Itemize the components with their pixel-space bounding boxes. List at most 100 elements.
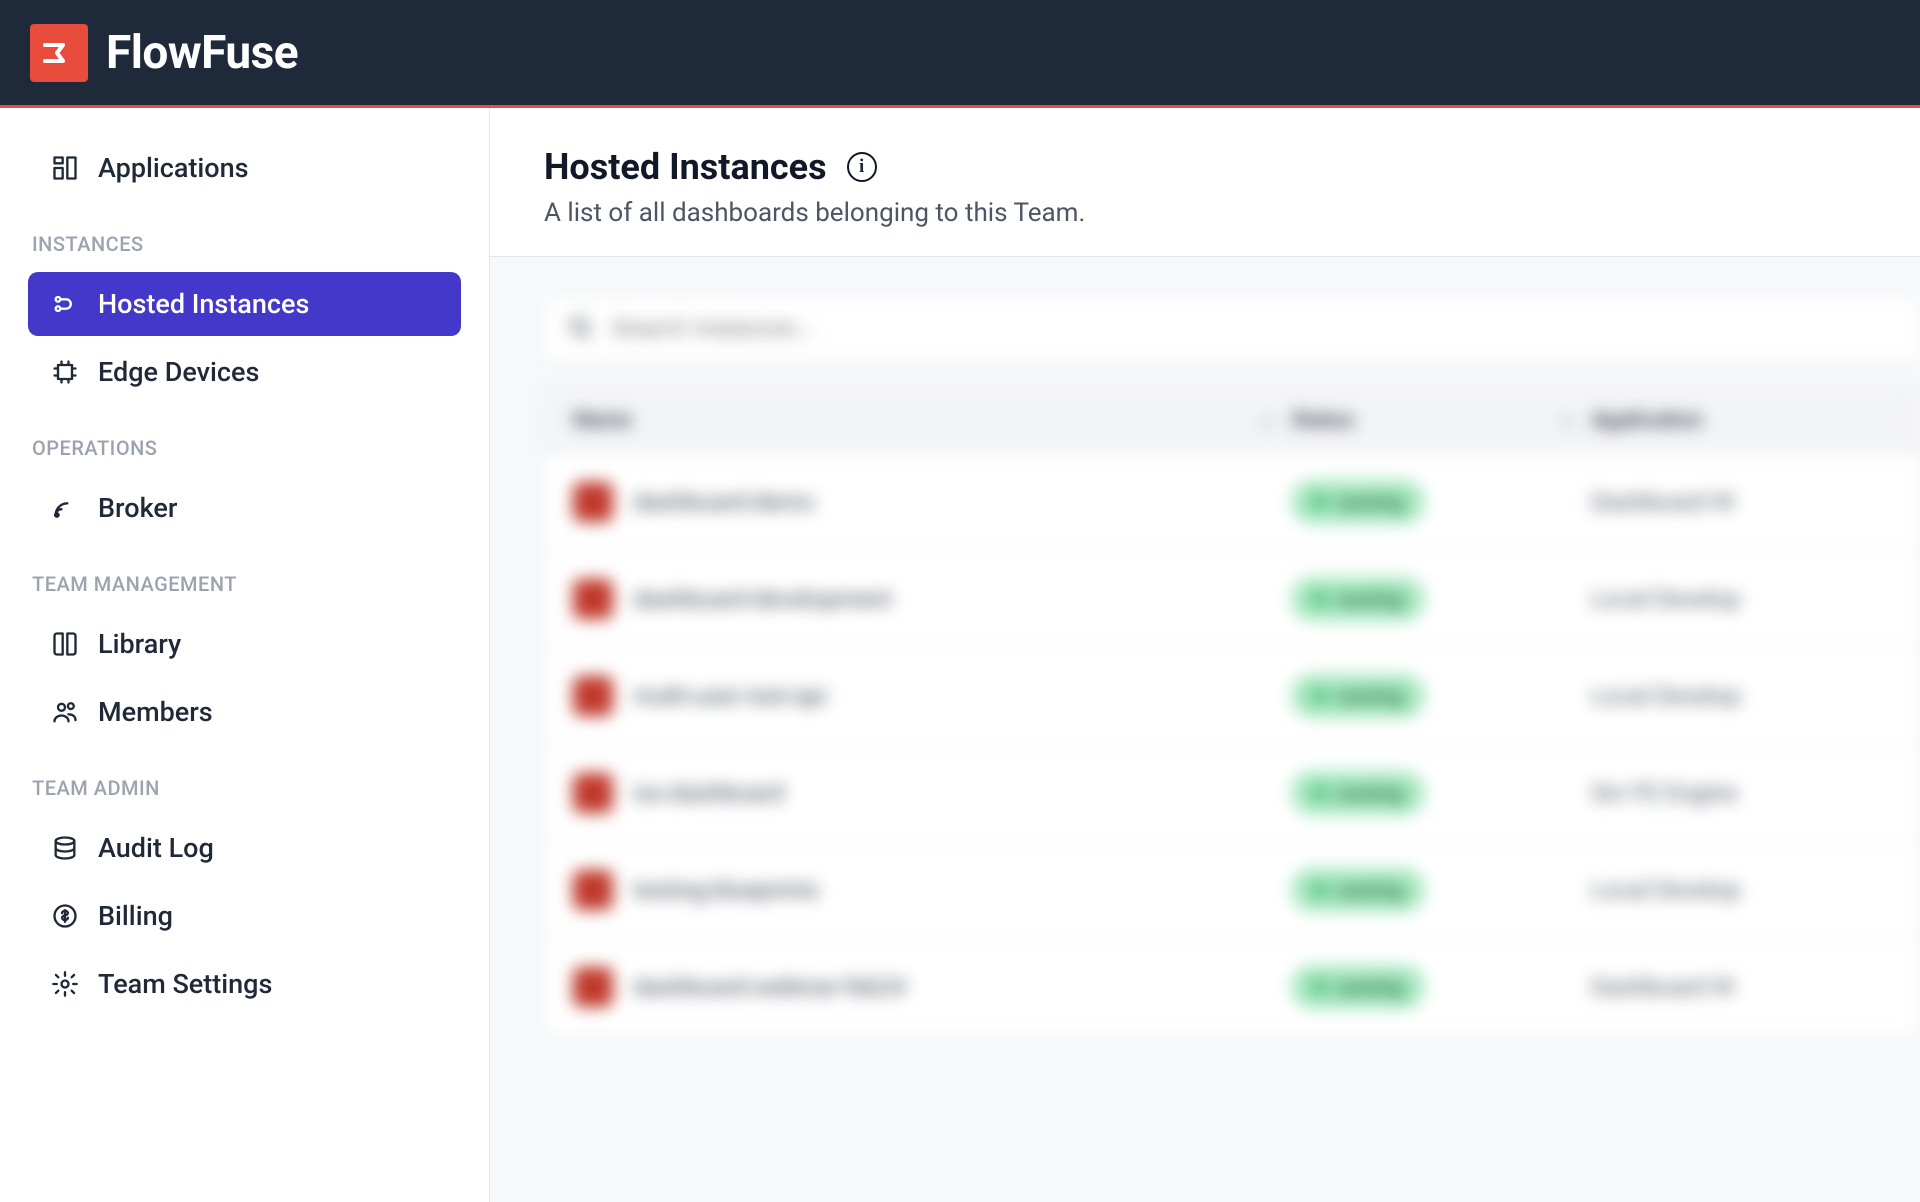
instance-icon [573,967,613,1007]
database-icon [50,833,80,863]
sidebar-item-label: Team Settings [98,968,272,1000]
sidebar-item-label: Applications [98,152,249,184]
status-dot-icon [1313,787,1325,799]
col-name[interactable]: Name [573,408,1291,433]
sort-icon [1261,417,1273,425]
status-badge: running [1291,771,1425,815]
page-title: Hosted Instances [544,146,827,188]
status-dot-icon [1313,690,1325,702]
sidebar-item-label: Audit Log [98,832,214,864]
cell-status: running [1291,480,1591,524]
instance-icon [573,579,613,619]
sidebar-item-audit-log[interactable]: Audit Log [28,816,461,880]
cell-status: running [1291,868,1591,912]
sidebar-item-library[interactable]: Library [28,612,461,676]
page-subtitle: A list of all dashboards belonging to th… [544,198,1866,228]
gear-icon [50,969,80,999]
search-icon [567,314,593,344]
table-row[interactable]: dashboard-webinar-feb24 running Dashboard … [545,938,1919,1035]
page-header: Hosted Instances i A list of all dashboa… [490,108,1920,257]
cell-status: running [1291,674,1591,718]
status-badge: running [1291,577,1425,621]
search-input[interactable] [611,315,1897,343]
instance-name: testing-blueprints [633,876,819,904]
status-dot-icon [1313,593,1325,605]
sidebar-item-label: Hosted Instances [98,288,309,320]
instance-icon [573,773,613,813]
status-dot-icon [1313,884,1325,896]
status-text: running [1335,490,1403,514]
brand-logo[interactable]: FlowFuse [30,24,298,82]
status-text: running [1335,684,1403,708]
brand-name: FlowFuse [106,26,298,80]
cell-application: Local Develop [1591,682,1891,710]
status-badge: running [1291,480,1425,524]
sidebar-item-hosted-instances[interactable]: Hosted Instances [28,272,461,336]
sidebar-section-instances: INSTANCES [28,204,461,268]
sidebar-item-applications[interactable]: Applications [28,136,461,200]
cell-application: Dashboard W [1591,973,1891,1001]
status-text: running [1335,587,1403,611]
status-text: running [1335,781,1403,805]
cloud-nodes-icon [50,289,80,319]
main-content: Hosted Instances i A list of all dashboa… [490,108,1920,1202]
instance-name: multi-user-rest-api [633,682,826,710]
col-application[interactable]: Application [1591,408,1891,433]
sidebar-item-members[interactable]: Members [28,680,461,744]
table-row[interactable]: dashboard-demo running Dashboard W [545,453,1919,550]
sidebar-item-label: Broker [98,492,177,524]
cell-name: dashboard-development [573,579,1291,619]
sidebar: Applications INSTANCES Hosted Instances … [0,108,490,1202]
table-row[interactable]: iss-dashboard running Snr FE Engine [545,744,1919,841]
instance-name: dashboard-demo [633,488,815,516]
cell-name: iss-dashboard [573,773,1291,813]
chip-icon [50,357,80,387]
status-badge: running [1291,868,1425,912]
info-icon[interactable]: i [847,152,877,182]
search-bar[interactable] [544,297,1920,361]
cell-status: running [1291,965,1591,1009]
instance-name: dashboard-webinar-feb24 [633,973,906,1001]
cell-application: Snr FE Engine [1591,779,1891,807]
sidebar-item-edge-devices[interactable]: Edge Devices [28,340,461,404]
dollar-icon [50,901,80,931]
broadcast-icon [50,493,80,523]
table-row[interactable]: multi-user-rest-api running Local Develop [545,647,1919,744]
sidebar-item-label: Edge Devices [98,356,259,388]
sidebar-item-label: Billing [98,900,173,932]
instance-name: iss-dashboard [633,779,784,807]
status-badge: running [1291,965,1425,1009]
sidebar-item-billing[interactable]: Billing [28,884,461,948]
sort-icon [1561,417,1573,425]
top-bar: FlowFuse [0,0,1920,108]
instance-icon [573,482,613,522]
sidebar-item-broker[interactable]: Broker [28,476,461,540]
sidebar-section-operations: OPERATIONS [28,408,461,472]
cell-name: multi-user-rest-api [573,676,1291,716]
cell-application: Local Develop [1591,585,1891,613]
table-row[interactable]: dashboard-development running Local Develo… [545,550,1919,647]
sidebar-section-team-admin: TEAM ADMIN [28,748,461,812]
sidebar-item-label: Members [98,696,213,728]
status-text: running [1335,975,1403,999]
cell-application: Dashboard W [1591,488,1891,516]
col-status[interactable]: Status [1291,408,1591,433]
sidebar-item-team-settings[interactable]: Team Settings [28,952,461,1016]
cell-name: dashboard-demo [573,482,1291,522]
status-badge: running [1291,674,1425,718]
brand-mark-icon [30,24,88,82]
sidebar-section-team-management: TEAM MANAGEMENT [28,544,461,608]
table-row[interactable]: testing-blueprints running Local Develop [545,841,1919,938]
book-icon [50,629,80,659]
cell-status: running [1291,577,1591,621]
cell-status: running [1291,771,1591,815]
status-dot-icon [1313,981,1325,993]
cell-application: Local Develop [1591,876,1891,904]
status-dot-icon [1313,496,1325,508]
table-header: Name Status Application [545,388,1919,453]
instances-table: Name Status Application dashboard-demo ru… [544,387,1920,1036]
content-body: Name Status Application dashboard-demo ru… [490,257,1920,1202]
instance-icon [573,676,613,716]
cell-name: testing-blueprints [573,870,1291,910]
status-text: running [1335,878,1403,902]
